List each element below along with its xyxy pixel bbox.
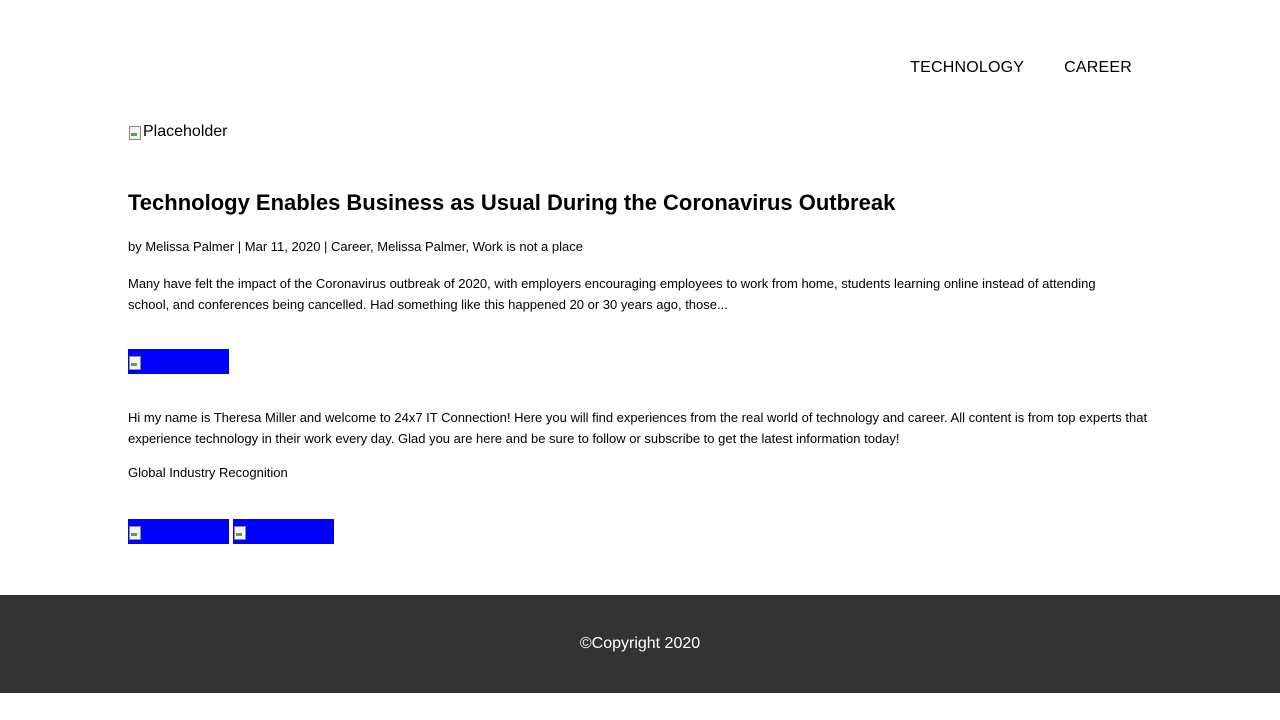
- broken-image-icon: [128, 354, 142, 370]
- about-image-alt: Placeholder: [143, 352, 228, 370]
- site-footer: ©Copyright 2020: [0, 595, 1280, 693]
- broken-image-icon: [233, 524, 247, 540]
- nav-item-career[interactable]: CAREER: [1064, 58, 1132, 78]
- main-nav: TECHNOLOGY CAREER: [910, 58, 1132, 78]
- post-meta: by Melissa Palmer | Mar 11, 2020 | Caree…: [128, 239, 583, 254]
- recognition-badge-link[interactable]: Placeholder: [233, 519, 334, 544]
- badge-image-alt: Placeholder: [143, 522, 228, 540]
- broken-image-icon: [128, 524, 142, 540]
- about-image-link[interactable]: Placeholder: [128, 349, 229, 374]
- nav-item-technology[interactable]: TECHNOLOGY: [910, 58, 1024, 78]
- about-text: Hi my name is Theresa Miller and welcome…: [128, 410, 1148, 446]
- copyright-text: ©Copyright 2020: [579, 635, 701, 652]
- badge-image-alt: Placeholder: [248, 522, 333, 540]
- page: TECHNOLOGY CAREER Placeholder Technology…: [0, 0, 1280, 720]
- recognition-badge-link[interactable]: Placeholder: [128, 519, 229, 544]
- hero-image: Placeholder: [128, 120, 228, 144]
- post-title[interactable]: Technology Enables Business as Usual Dur…: [128, 188, 1152, 218]
- recognition-heading: Global Industry Recognition: [128, 465, 288, 480]
- hero-image-alt: Placeholder: [143, 123, 228, 140]
- broken-image-icon: [128, 124, 142, 140]
- post-excerpt: Many have felt the impact of the Coronav…: [128, 276, 1096, 312]
- recognition-badges: Placeholder Placeholder: [128, 519, 334, 544]
